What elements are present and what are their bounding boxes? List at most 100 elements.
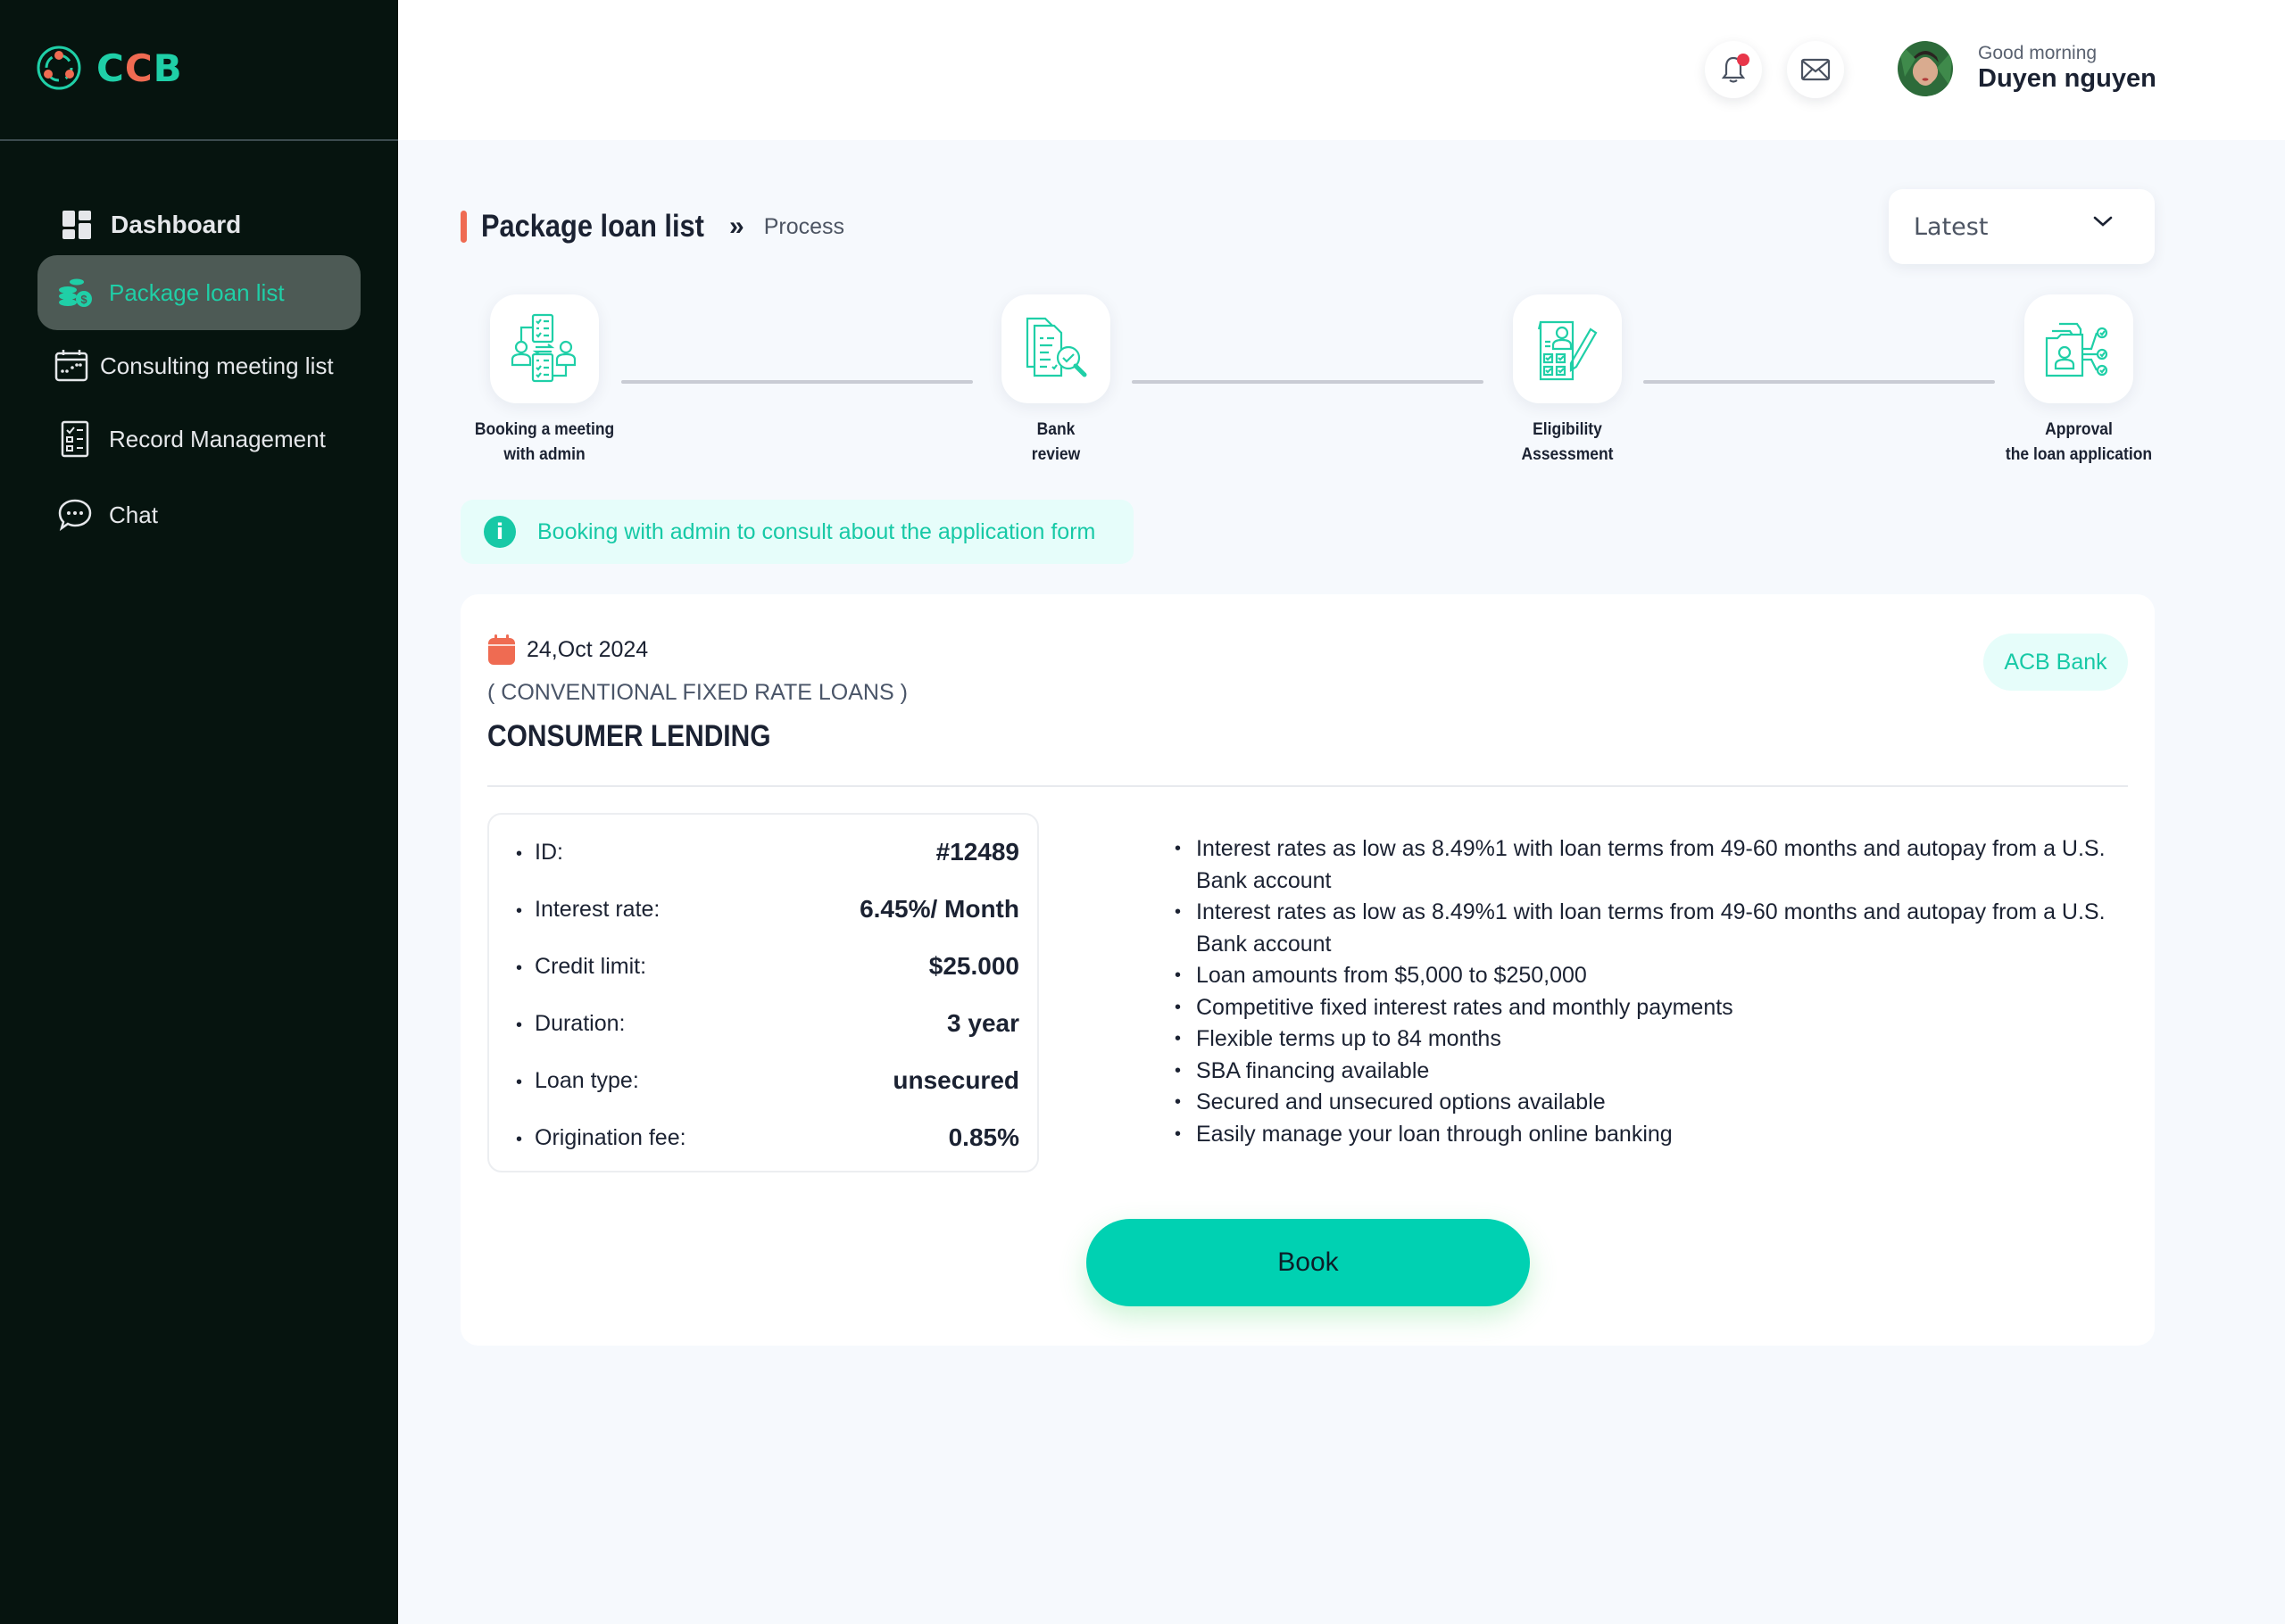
info-icon: i [484,516,516,548]
detail-value: 6.45%/ Month [860,895,1019,923]
chevron-down-icon [2093,216,2113,227]
detail-label: Credit limit: [516,954,646,980]
loan-date: 24,Oct 2024 [487,634,648,666]
bank-badge: ACB Bank [1983,634,2128,691]
loan-date-text: 24,Oct 2024 [527,636,649,662]
process-steps: Booking a meeting with admin Bank review E… [461,294,2155,473]
dashboard-grid-icon [59,207,95,243]
detail-row-id: ID: #12489 [516,834,1019,870]
approval-folder-icon [2024,294,2133,403]
step-booking-meeting[interactable]: Booking a meeting with admin [455,294,634,468]
sidebar-divider [0,139,398,141]
step-label-line: with admin [503,445,586,464]
book-button[interactable]: Book [1086,1219,1530,1306]
greeting-text: Good morning [1978,43,2098,63]
logo-letter: B [153,46,183,90]
feature-item: Loan amounts from $5,000 to $250,000 [1175,960,2121,992]
step-eligibility-assessment[interactable]: Eligibility Assessment [1478,294,1657,468]
top-bar: Good morning Duyen nguyen [398,0,2285,140]
step-label: Approval the loan application [1997,418,2161,468]
step-label-line: Eligibility [1533,420,1602,439]
breadcrumb-current: Process [763,213,845,239]
step-label-line: Booking a meeting [474,420,615,439]
detail-value: #12489 [935,838,1019,866]
calendar-icon [488,634,515,665]
sidebar: CCB Dashboard $ Package loan list Consul… [0,0,398,1624]
detail-row-origination-fee: Origination fee: 0.85% [516,1120,1019,1156]
meeting-exchange-icon [490,294,599,403]
detail-value: 3 year [947,1009,1019,1037]
step-label-line: Assessment [1521,445,1614,464]
detail-label: Interest rate: [516,897,660,923]
step-label: Booking a meeting with admin [462,418,627,468]
coins-dollar-icon: $ [57,275,93,311]
sidebar-item-package-loan-list[interactable]: $ Package loan list [37,255,361,330]
eligibility-form-icon [1513,294,1622,403]
step-label-line: Bank [1036,420,1076,439]
detail-label: ID: [516,840,563,866]
ccb-logo-icon [37,46,81,90]
step-bank-review[interactable]: Bank review [967,294,1145,468]
envelope-icon [1800,58,1831,81]
title-accent-bar [461,211,467,243]
detail-row-interest-rate: Interest rate: 6.45%/ Month [516,891,1019,927]
sidebar-item-record-management[interactable]: Record Management [37,402,361,476]
app-logo[interactable]: CCB [36,45,183,91]
svg-text:$: $ [80,293,87,306]
notification-unread-dot [1737,54,1749,66]
breadcrumb: Package loan list » Process [461,209,844,244]
feature-item: Flexible terms up to 84 months [1175,1023,2121,1056]
detail-row-credit-limit: Credit limit: $25.000 [516,949,1019,984]
feature-item: Secured and unsecured options available [1175,1087,2121,1119]
sidebar-item-label: Dashboard [111,211,242,238]
detail-row-duration: Duration: 3 year [516,1006,1019,1041]
card-divider [487,785,2128,787]
detail-row-loan-type: Loan type: unsecured [516,1063,1019,1098]
step-label: Bank review [974,418,1138,468]
loan-features-list: Interest rates as low as 8.49%1 with loa… [1175,833,2121,1150]
sidebar-item-consulting-meeting-list[interactable]: Consulting meeting list [37,328,361,403]
notifications-button[interactable] [1705,41,1762,98]
info-banner-text: Booking with admin to consult about the … [537,518,1096,544]
step-label: Eligibility Assessment [1485,418,1649,468]
calendar-icon [54,348,89,384]
feature-item: SBA financing available [1175,1056,2121,1088]
step-label-line: review [1031,445,1081,464]
step-connector [1132,380,1483,384]
double-chevron-icon: » [729,211,744,241]
loan-card: 24,Oct 2024 ( CONVENTIONAL FIXED RATE LO… [461,594,2155,1346]
detail-value: unsecured [893,1066,1019,1094]
detail-label: Duration: [516,1011,625,1037]
user-avatar[interactable] [1898,41,1953,96]
chat-bubble-icon [57,497,93,533]
messages-button[interactable] [1787,41,1844,98]
detail-value: 0.85% [948,1123,1019,1151]
sidebar-item-label: Record Management [109,425,326,452]
detail-value: $25.000 [928,952,1019,980]
feature-item: Interest rates as low as 8.49%1 with loa… [1175,897,2121,960]
step-label-line: the loan application [2005,445,2153,464]
loan-category: ( CONVENTIONAL FIXED RATE LOANS ) [487,680,908,705]
checklist-icon [57,420,93,458]
sidebar-item-label: Package loan list [109,278,285,306]
app-name: CCB [96,46,183,90]
info-banner: i Booking with admin to consult about th… [461,500,1134,564]
logo-letter: C [124,46,154,90]
detail-label: Origination fee: [516,1125,686,1151]
sort-selected-value: Latest [1914,212,1989,241]
sidebar-item-chat[interactable]: Chat [37,477,361,552]
sidebar-item-label: Consulting meeting list [100,352,334,379]
step-approval[interactable]: Approval the loan application [1990,294,2168,468]
detail-label: Loan type: [516,1068,639,1094]
user-name: Duyen nguyen [1978,64,2156,93]
sort-dropdown[interactable]: Latest [1889,189,2155,264]
sidebar-item-label: Chat [109,501,158,528]
loan-details: ID: #12489 Interest rate: 6.45%/ Month C… [487,813,1039,1172]
step-connector [1643,380,1995,384]
sidebar-item-dashboard[interactable]: Dashboard [37,187,361,262]
feature-item: Competitive fixed interest rates and mon… [1175,992,2121,1024]
feature-item: Easily manage your loan through online b… [1175,1119,2121,1151]
feature-item: Interest rates as low as 8.49%1 with loa… [1175,833,2121,897]
step-label-line: Approval [2045,420,2113,439]
page-title[interactable]: Package loan list [481,209,704,244]
